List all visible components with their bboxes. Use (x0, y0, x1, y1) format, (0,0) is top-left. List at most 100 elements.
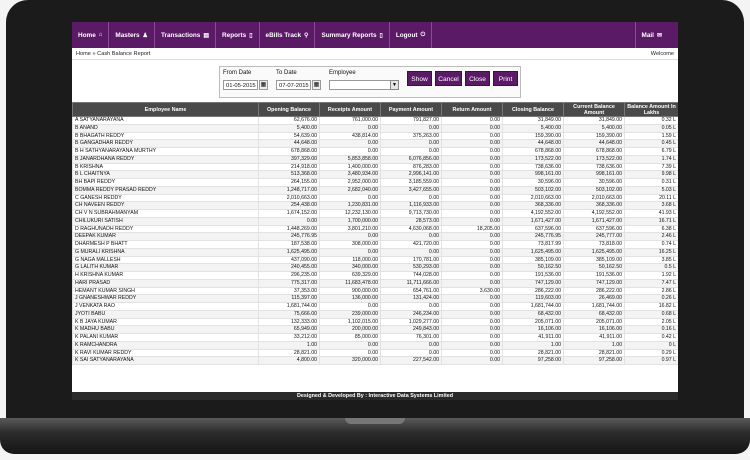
amount-cell: 0.00 (319, 232, 381, 241)
table-row[interactable]: HEMANT KUMAR SINGH 37,353.00 900,000.00 654… (72, 286, 678, 296)
amount-cell: 173,522.00 (502, 154, 564, 164)
table-header-row: Employee Name Opening Balance Receipts Amo… (72, 102, 678, 117)
nav-item-logout[interactable]: Logout ⏻ (390, 22, 433, 48)
nav-item-mail[interactable]: Mail ✉ (634, 22, 668, 48)
amount-cell: 0.00 (441, 131, 503, 141)
amount-cell: 3,427,655.00 (380, 185, 442, 195)
table-row[interactable]: K RAVI KUMAR REDDY 28,821.00 0.00 0.00 0.00 2… (72, 348, 678, 358)
amount-cell: 132,333.00 (258, 317, 320, 327)
table-row[interactable]: B H SATHYANARAYANA MURTHY 678,868.00 0.00 0… (72, 147, 678, 156)
nav-item-transactions[interactable]: Transactions ▤ (155, 22, 217, 48)
from-date-input[interactable]: 01-05-2015 (223, 80, 258, 90)
calendar-icon[interactable]: ▦ (312, 80, 321, 90)
table-row[interactable]: G MURALI KRISHNA 1,625,495.00 0.00 0.00 0.00… (72, 247, 678, 257)
table-row[interactable]: HARI PRASAD 775,317.00 11,683,478.00 11,711… (72, 278, 678, 288)
show-button[interactable]: Show (407, 71, 432, 86)
table-row[interactable]: J GNANESHWAR REDDY 115,397.00 136,000.00 13… (72, 294, 678, 303)
amount-cell: 16,106.00 (502, 325, 564, 334)
amount-cell: 31,849.00 (563, 116, 625, 125)
print-button[interactable]: Print (493, 71, 518, 86)
employee-name-cell: B KRISHNA (72, 162, 259, 172)
employee-select[interactable] (329, 80, 399, 90)
amount-cell: 678,868.00 (502, 147, 564, 156)
amount-cell: 246,234.00 (380, 309, 442, 319)
amount-cell: 0.00 (380, 123, 442, 133)
table-row[interactable]: B L CHAITNYA 513,368.00 3,480,934.00 2,996,… (72, 170, 678, 179)
table-row[interactable]: CH V N SUBRAHMANYAM 1,674,152.00 12,232,13… (72, 209, 678, 218)
nav-item-summary-reports[interactable]: Summary Reports ▯ (315, 22, 390, 48)
table-row[interactable]: A SATYANARAYANA 62,676.00 761,000.00 791,82… (72, 116, 678, 125)
table-row[interactable]: J VENKATA RAO 1,681,744.00 0.00 0.00 0.00 1,6… (72, 302, 678, 311)
amount-cell: 1,700,000.00 (319, 216, 381, 226)
table-row[interactable]: G LALITH KUMAR 240,455.00 340,000.00 530,29… (72, 263, 678, 272)
table-row[interactable]: K SAI SATYANARAYANA 4,800.00 320,000.00 227… (72, 356, 678, 365)
amount-cell: 385,109.00 (502, 255, 564, 265)
to-date-input[interactable]: 07-07-2015 (276, 80, 311, 90)
close-button[interactable]: Close (465, 71, 490, 86)
column-header[interactable]: Receipts Amount (319, 102, 381, 117)
home-icon: ⌂ (98, 32, 103, 38)
table-row[interactable]: CH NAVEEN REDDY 254,438.00 1,230,831.00 1,1… (72, 201, 678, 210)
amount-cell: 1.00 (258, 340, 320, 350)
amount-cell: 3,480,934.00 (319, 170, 381, 179)
table-row[interactable]: K MADHU BABU 65,949.00 200,000.00 249,843.0… (72, 325, 678, 334)
amount-cell: 28,573.00 (380, 216, 442, 226)
table-row[interactable]: BOMMA REDDY PRASAD REDDY 1,248,717.00 2,68… (72, 185, 678, 195)
column-header[interactable]: Current Balance Amount (563, 102, 625, 117)
table-row[interactable]: B GANGADHAR REDDY 44,648.00 0.00 0.00 0.00 44… (72, 139, 678, 148)
chevron-down-icon[interactable]: ▼ (390, 80, 399, 90)
table-row[interactable]: K RAMCHANDRA 1.00 0.00 0.00 0.00 1.00 1.00 0 L (72, 340, 678, 350)
nav-item-label: Summary Reports (321, 31, 377, 39)
amount-cell: 187,538.00 (258, 240, 320, 249)
amount-cell: 2.86 L (624, 286, 678, 296)
table-row[interactable]: CHILUKURI SATISH 0.00 1,700,000.00 28,573.0… (72, 216, 678, 226)
table-row[interactable]: B JANARDHANA REDDY 397,329.00 5,853,858.00… (72, 154, 678, 164)
amount-cell: 0.00 (441, 116, 503, 125)
amount-cell: 1,400,000.00 (319, 162, 381, 172)
table-row[interactable]: DEEPAK KUMAR 245,776.95 0.00 0.00 0.00 245,77… (72, 232, 678, 241)
amount-cell: 5.03 L (624, 185, 678, 195)
nav-item-ebills-track[interactable]: eBills Track ⚲ (260, 22, 316, 48)
table-row[interactable]: DHARMESH P BHATT 187,538.00 308,000.00 421,… (72, 240, 678, 249)
column-header[interactable]: Payment Amount (380, 102, 442, 117)
employee-name-cell: K PALANI KUMAR (72, 333, 259, 342)
amount-cell: 0.00 (441, 340, 503, 350)
user-icon: ♟ (142, 32, 148, 39)
table-row[interactable]: D RAGHUNADH REDDY 1,448,269.00 3,801,210.0… (72, 224, 678, 234)
nav-item-reports[interactable]: Reports ▯ (216, 22, 260, 48)
table-row[interactable]: K B JAYA KUMAR 132,333.00 1,102,015.00 1,02… (72, 317, 678, 327)
table-row[interactable]: BH BAPI REDDY 264,155.00 2,952,000.00 3,185… (72, 178, 678, 187)
amount-cell: 2,952,000.00 (319, 178, 381, 187)
table-row[interactable]: K PALANI KUMAR 33,212.00 85,000.00 76,301.0… (72, 333, 678, 342)
calendar-icon[interactable]: ▦ (259, 80, 268, 90)
table-row[interactable]: C GANESH REDDY 2,010,663.00 0.00 0.00 0.00 2,… (72, 193, 678, 203)
nav-item-masters[interactable]: Masters ♟ (109, 22, 155, 48)
nav-item-home[interactable]: Home ⌂ (72, 22, 110, 48)
table-row[interactable]: B KRISHNA 214,918.00 1,400,000.00 876,283.0… (72, 162, 678, 172)
amount-cell: 50,162.50 (563, 263, 625, 272)
table-row[interactable]: H KRISHNA KUMAR 296,235.00 639,329.00 744,0… (72, 271, 678, 280)
amount-cell: 385,109.00 (563, 255, 625, 265)
amount-cell: 28,821.00 (563, 348, 625, 358)
table-row[interactable]: B ANAND 5,400.00 0.00 0.00 0.00 5,400.00 5,400… (72, 123, 678, 133)
document-icon: ▯ (379, 32, 383, 39)
amount-cell: 37,353.00 (258, 286, 320, 296)
column-header[interactable]: Closing Balance (502, 102, 564, 117)
amount-cell: 1,625,495.00 (502, 247, 564, 257)
table-row[interactable]: G NAGA MALLESH 437,090.00 118,000.00 170,78… (72, 255, 678, 265)
table-row[interactable]: JYOTI BABU 75,666.00 239,000.00 246,234.00 0… (72, 309, 678, 319)
amount-cell: 0.00 (441, 240, 503, 249)
employee-name-cell: D RAGHUNADH REDDY (72, 224, 259, 234)
column-header[interactable]: Balance Amount In Lakhs (624, 102, 678, 117)
app-screen: Home ⌂ Masters ♟ Transactions ▤ Reports ▯ eBills… (72, 22, 678, 400)
amount-cell: 0.29 L (624, 348, 678, 358)
amount-cell: 747,129.00 (502, 278, 564, 288)
breadcrumb-home[interactable]: Home (76, 51, 91, 57)
column-header[interactable]: Return Amount (441, 102, 503, 117)
column-header[interactable]: Opening Balance (258, 102, 320, 117)
amount-cell: 16.71 L (624, 216, 678, 226)
cancel-button[interactable]: Cancel (435, 71, 462, 86)
table-row[interactable]: B BHAGATH REDDY 54,639.00 438,814.00 375,26… (72, 131, 678, 141)
amount-cell: 205,071.00 (563, 317, 625, 327)
column-header[interactable]: Employee Name (72, 102, 259, 117)
